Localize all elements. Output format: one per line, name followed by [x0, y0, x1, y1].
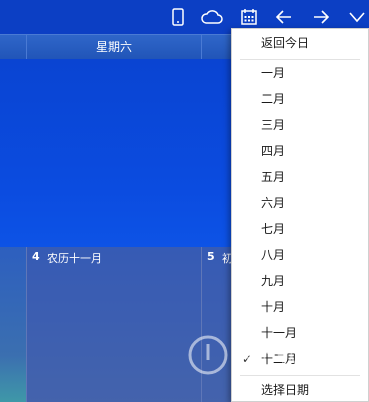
menu-item-month[interactable]: 十月 [232, 295, 368, 319]
chevron-down-icon[interactable] [345, 5, 369, 29]
back-arrow-icon[interactable] [272, 5, 296, 29]
menu-divider [240, 59, 360, 60]
weekday-saturday: 星期六 [26, 35, 201, 59]
menu-item-month[interactable]: 二月 [232, 87, 368, 111]
menu-item-month[interactable]: 三月 [232, 113, 368, 137]
menu-item-month[interactable]: 七月 [232, 217, 368, 241]
day-number: 5 [207, 250, 215, 263]
day-cell-previous[interactable] [0, 247, 26, 402]
menu-item-month[interactable]: 六月 [232, 191, 368, 215]
menu-item-pick-date[interactable]: 选择日期 [232, 378, 368, 402]
calendar-icon[interactable] [237, 5, 261, 29]
day-cell[interactable]: 4 农历十一月 [26, 247, 201, 402]
day-number: 4 [32, 250, 40, 263]
menu-item-month[interactable]: 五月 [232, 165, 368, 189]
watermark-text: 当下软件园 [232, 344, 342, 369]
phone-icon[interactable] [166, 5, 190, 29]
menu-item-return-today[interactable]: 返回今日 [232, 31, 368, 55]
menu-item-month[interactable]: 八月 [232, 243, 368, 267]
menu-item-month[interactable]: 一月 [232, 61, 368, 85]
lunar-date: 农历十一月 [47, 252, 102, 265]
watermark: 当下软件园 [186, 330, 356, 380]
menu-item-month[interactable]: 四月 [232, 139, 368, 163]
menu-item-month[interactable]: 九月 [232, 269, 368, 293]
forward-arrow-icon[interactable] [309, 5, 333, 29]
cloud-icon[interactable] [200, 5, 224, 29]
